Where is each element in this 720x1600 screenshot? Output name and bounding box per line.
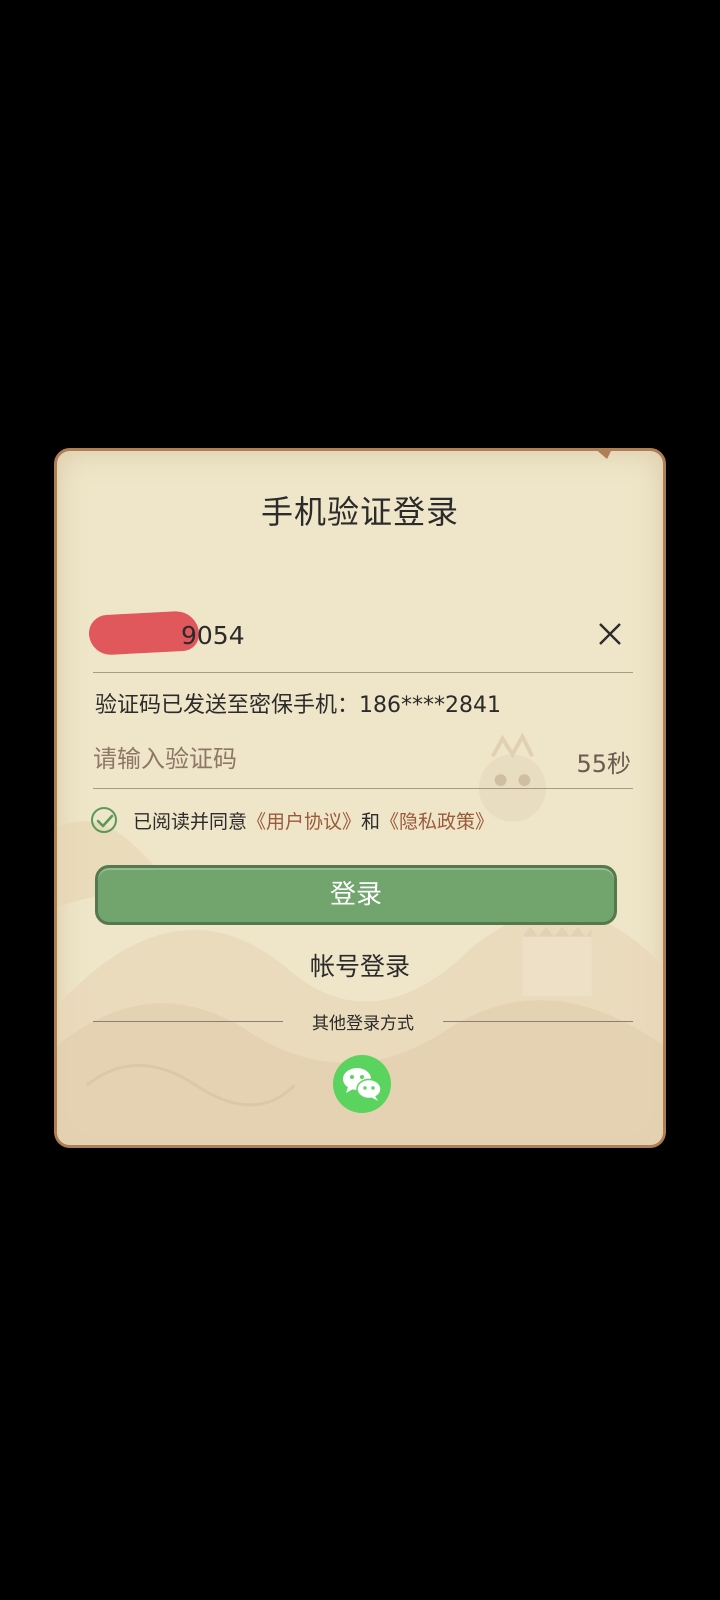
verification-code-input[interactable] (93, 731, 533, 787)
login-dialog: 手机验证登录 9054 验证码已发送至密保手机：186****2841 55秒 … (54, 448, 666, 1148)
privacy-policy-link[interactable]: 《隐私政策》 (380, 807, 494, 834)
login-button[interactable]: 登录 (95, 865, 617, 925)
agreement-row: 已阅读并同意 《用户协议》 和 《隐私政策》 (91, 805, 494, 835)
account-login-link[interactable]: 帐号登录 (57, 947, 663, 983)
close-icon[interactable] (593, 617, 627, 651)
wechat-icon (343, 1068, 382, 1101)
other-methods-divider: 其他登录方式 (93, 1009, 633, 1034)
agreement-checkbox[interactable] (91, 807, 117, 833)
wechat-login-button[interactable] (333, 1055, 391, 1113)
page-title: 手机验证登录 (260, 493, 459, 531)
code-sent-notice: 验证码已发送至密保手机：186****2841 (95, 693, 501, 718)
user-agreement-link[interactable]: 《用户协议》 (247, 807, 361, 834)
corner-ornament (597, 451, 611, 459)
check-icon (96, 814, 114, 828)
divider-line-right (443, 1021, 633, 1022)
verification-code-row: 55秒 (93, 731, 633, 789)
background-scenery (57, 732, 663, 1145)
resend-countdown: 55秒 (576, 750, 631, 778)
agreement-conjunction: 和 (361, 810, 381, 833)
phone-number-value: 9054 (181, 621, 245, 650)
phone-field[interactable]: 9054 (88, 610, 633, 673)
agreement-prefix: 已阅读并同意 (133, 810, 248, 833)
